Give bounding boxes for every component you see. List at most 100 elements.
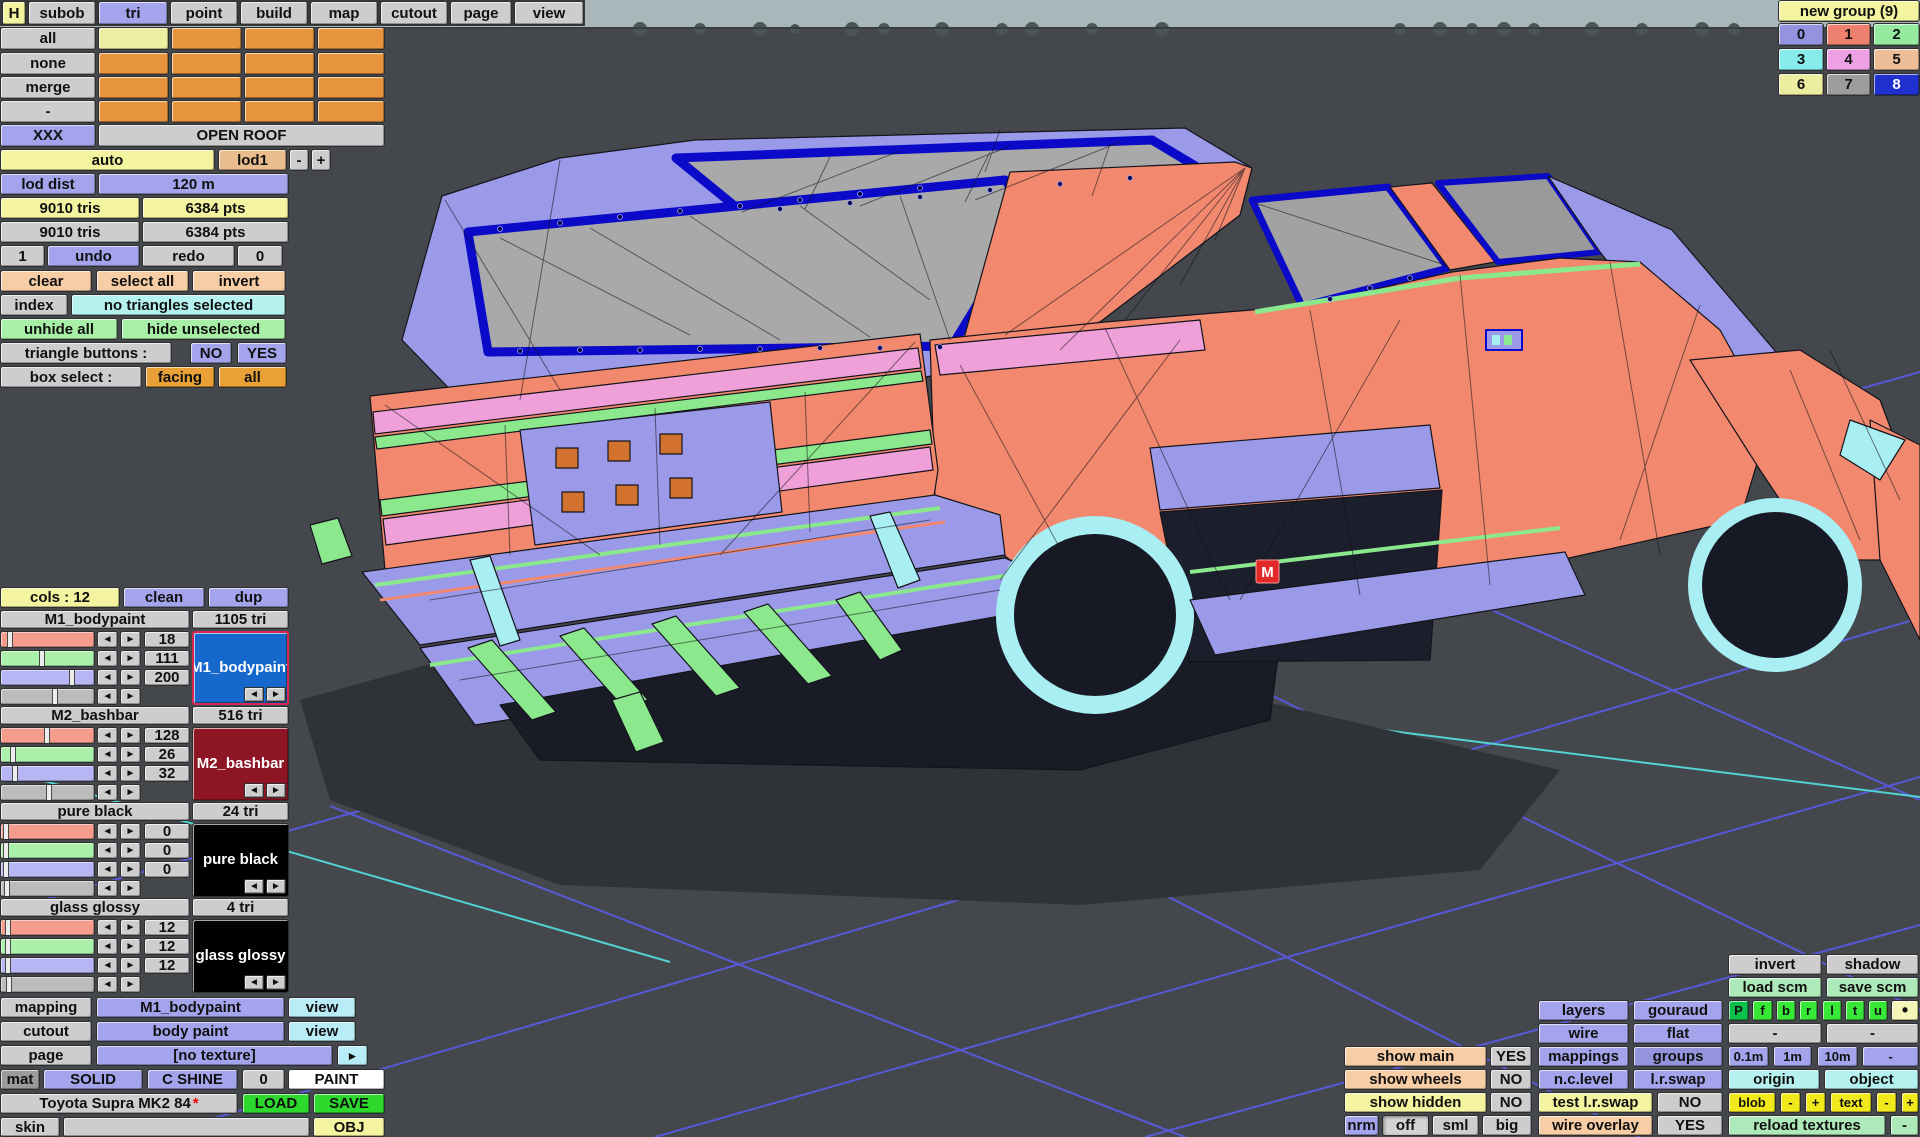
red-value[interactable]: 12 bbox=[144, 919, 190, 936]
nrm-sml-button[interactable]: sml bbox=[1432, 1115, 1479, 1136]
subob-grid-cell[interactable] bbox=[317, 27, 385, 50]
subob-grid-cell[interactable] bbox=[98, 52, 169, 75]
flat-button[interactable]: flat bbox=[1633, 1023, 1723, 1044]
red-slider[interactable] bbox=[0, 823, 95, 840]
dec-button[interactable]: ◄ bbox=[97, 938, 118, 955]
subob-grid-cell[interactable] bbox=[171, 52, 242, 75]
layer-key-r[interactable]: r bbox=[1799, 1000, 1818, 1021]
subob-merge-button[interactable]: merge bbox=[0, 76, 96, 99]
material-next-button[interactable]: ► bbox=[266, 879, 286, 894]
red-value[interactable]: 128 bbox=[144, 727, 190, 744]
material-prev-button[interactable]: ◄ bbox=[244, 879, 264, 894]
subob-grid-cell[interactable] bbox=[171, 76, 242, 99]
menu-item-h[interactable]: H bbox=[2, 1, 26, 25]
dec-button[interactable]: ◄ bbox=[97, 727, 118, 744]
show-main-label[interactable]: show main bbox=[1344, 1046, 1487, 1067]
page-label[interactable]: page bbox=[0, 1045, 92, 1066]
unhide-all-button[interactable]: unhide all bbox=[0, 318, 118, 340]
red-value[interactable]: 0 bbox=[144, 823, 190, 840]
menu-item-subob[interactable]: subob bbox=[28, 1, 96, 25]
snap-1m-button[interactable]: 1m bbox=[1773, 1046, 1812, 1067]
index-button[interactable]: index bbox=[0, 294, 68, 316]
dec-button[interactable]: ◄ bbox=[97, 765, 118, 782]
material-prev-button[interactable]: ◄ bbox=[244, 687, 264, 702]
menu-item-point[interactable]: point bbox=[170, 1, 238, 25]
obj-export-button[interactable]: OBJ bbox=[313, 1117, 385, 1137]
green-value[interactable]: 26 bbox=[144, 746, 190, 763]
red-slider[interactable] bbox=[0, 631, 95, 648]
green-value[interactable]: 111 bbox=[144, 650, 190, 667]
group-cell-8-selected[interactable]: 8 bbox=[1873, 73, 1920, 96]
group-cell-4[interactable]: 4 bbox=[1826, 48, 1871, 71]
subob-grid-cell[interactable] bbox=[244, 27, 315, 50]
dec-button[interactable]: ◄ bbox=[97, 976, 118, 993]
text-plus-button[interactable]: + bbox=[1901, 1092, 1919, 1113]
subob-grid-cell[interactable] bbox=[317, 52, 385, 75]
subob-xxx-button[interactable]: XXX bbox=[0, 124, 96, 147]
invert-button[interactable]: invert bbox=[1728, 954, 1822, 975]
shadow-button[interactable]: shadow bbox=[1826, 954, 1919, 975]
green-slider[interactable] bbox=[0, 746, 95, 763]
dec-button[interactable]: ◄ bbox=[97, 957, 118, 974]
blue-value[interactable]: 12 bbox=[144, 957, 190, 974]
new-group-button[interactable]: new group (9) bbox=[1778, 0, 1920, 22]
page-value[interactable]: [no texture] bbox=[96, 1045, 333, 1066]
dec-button[interactable]: ◄ bbox=[97, 823, 118, 840]
dec-button[interactable]: ◄ bbox=[97, 919, 118, 936]
material-next-button[interactable]: ► bbox=[266, 975, 286, 990]
inc-button[interactable]: ► bbox=[120, 976, 141, 993]
text-minus-button[interactable]: - bbox=[1876, 1092, 1897, 1113]
inc-button[interactable]: ► bbox=[120, 746, 141, 763]
lod-auto-button[interactable]: auto bbox=[0, 149, 215, 171]
material-prev-button[interactable]: ◄ bbox=[244, 975, 264, 990]
layer-key-f[interactable]: f bbox=[1752, 1000, 1773, 1021]
triangle-buttons-yes[interactable]: YES bbox=[237, 342, 287, 364]
mat-label[interactable]: mat bbox=[0, 1069, 40, 1090]
red-value[interactable]: 18 bbox=[144, 631, 190, 648]
blue-value[interactable]: 32 bbox=[144, 765, 190, 782]
text-button[interactable]: text bbox=[1830, 1092, 1872, 1113]
inc-button[interactable]: ► bbox=[120, 631, 141, 648]
scm-dash-a[interactable]: - bbox=[1728, 1023, 1822, 1044]
lod-minus-button[interactable]: - bbox=[289, 149, 309, 171]
extra-slider[interactable] bbox=[0, 880, 95, 897]
show-wheels-value[interactable]: NO bbox=[1490, 1069, 1532, 1090]
cutout-label[interactable]: cutout bbox=[0, 1021, 92, 1042]
mat-paint-button[interactable]: PAINT bbox=[288, 1069, 385, 1090]
subob-grid-cell[interactable] bbox=[244, 100, 315, 123]
snap-01m-button[interactable]: 0.1m bbox=[1728, 1046, 1769, 1067]
cols-count-button[interactable]: cols : 12 bbox=[0, 587, 120, 608]
car-name[interactable]: Toyota Supra MK2 84* bbox=[0, 1093, 238, 1114]
inc-button[interactable]: ► bbox=[120, 919, 141, 936]
inc-button[interactable]: ► bbox=[120, 957, 141, 974]
material-name[interactable]: pure black bbox=[0, 802, 190, 821]
subob-dash-button[interactable]: - bbox=[0, 100, 96, 123]
inc-button[interactable]: ► bbox=[120, 842, 141, 859]
cutout-view-button[interactable]: view bbox=[288, 1021, 356, 1042]
menu-item-page[interactable]: page bbox=[450, 1, 512, 25]
blue-value[interactable]: 200 bbox=[144, 669, 190, 686]
origin-button[interactable]: origin bbox=[1728, 1069, 1820, 1090]
group-cell-6[interactable]: 6 bbox=[1778, 73, 1824, 96]
save-button[interactable]: SAVE bbox=[313, 1093, 385, 1114]
wire-overlay-button[interactable]: wire overlay bbox=[1538, 1115, 1653, 1136]
layer-key-l[interactable]: l bbox=[1822, 1000, 1842, 1021]
layer-key-P[interactable]: P bbox=[1728, 1000, 1749, 1021]
material-name[interactable]: M1_bodypaint bbox=[0, 610, 190, 629]
box-select-facing[interactable]: facing bbox=[145, 366, 215, 388]
inc-button[interactable]: ► bbox=[120, 669, 141, 686]
layer-key-dot[interactable]: • bbox=[1891, 1000, 1919, 1021]
dec-button[interactable]: ◄ bbox=[97, 784, 118, 801]
menu-item-view[interactable]: view bbox=[514, 1, 584, 25]
dec-button[interactable]: ◄ bbox=[97, 842, 118, 859]
load-button[interactable]: LOAD bbox=[242, 1093, 310, 1114]
blue-slider[interactable] bbox=[0, 669, 95, 686]
group-cell-3[interactable]: 3 bbox=[1778, 48, 1824, 71]
dec-button[interactable]: ◄ bbox=[97, 861, 118, 878]
blob-plus-button[interactable]: + bbox=[1805, 1092, 1826, 1113]
group-cell-2[interactable]: 2 bbox=[1873, 23, 1920, 46]
green-slider[interactable] bbox=[0, 650, 95, 667]
select-all-button[interactable]: select all bbox=[96, 270, 189, 292]
material-name[interactable]: M2_bashbar bbox=[0, 706, 190, 725]
subob-grid-cell[interactable] bbox=[98, 27, 169, 50]
